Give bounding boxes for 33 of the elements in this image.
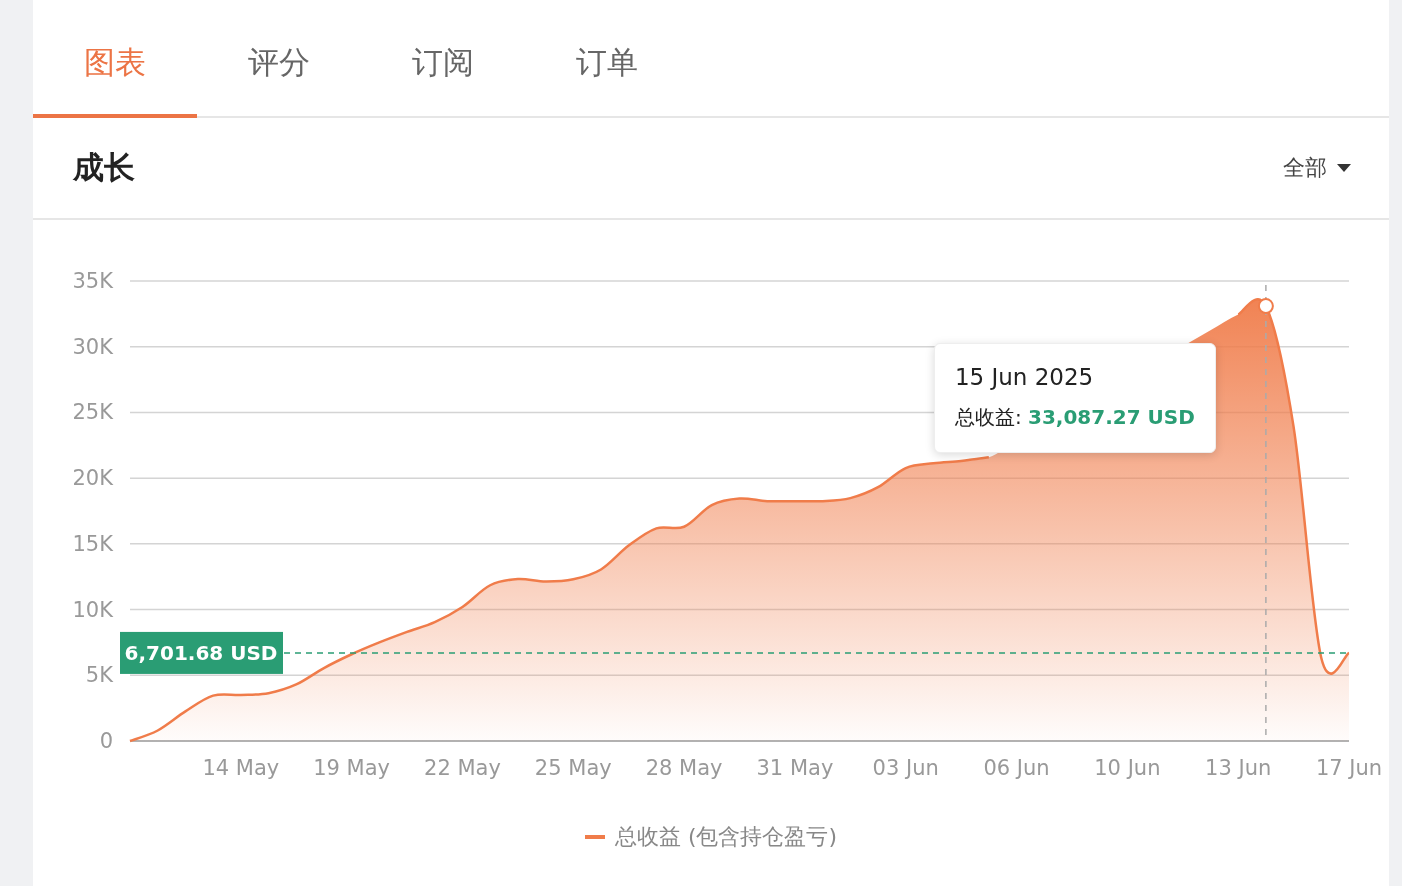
y-tick-label: 15K: [72, 531, 113, 556]
y-tick-label: 0: [99, 729, 113, 753]
tooltip-date: 15 Jun 2025: [954, 364, 1094, 391]
y-tick-label: 10K: [72, 597, 113, 622]
tooltip-value: 总收益: 33,087.27 USD: [954, 404, 1195, 432]
point-marker: [1257, 298, 1274, 315]
legend-label[interactable]: 总收益 (包含持仓盈亏): [614, 822, 838, 852]
y-tick-label: 25K: [72, 400, 113, 425]
caret-icon: [1337, 163, 1351, 173]
x-tick-label: 03 Jun: [872, 756, 939, 780]
y-tick-label: 20K: [72, 466, 113, 491]
ref-line-label: 6,701.68 USD: [124, 640, 278, 665]
legend-swatch-icon: [584, 835, 605, 839]
x-tick-label: 22 May: [424, 756, 501, 780]
tab[interactable]: 评分: [197, 0, 361, 118]
x-tick-label: 10 Jun: [1094, 756, 1161, 780]
value-badge: 6,701.68 USD: [120, 631, 283, 674]
filter-dropdown[interactable]: 全部: [1283, 153, 1351, 183]
tab[interactable]: 图表: [33, 0, 197, 118]
x-tick-label: 19 May: [313, 756, 391, 780]
tab[interactable]: 订阅: [361, 0, 525, 118]
x-tick-label: 25 May: [534, 756, 612, 780]
tab[interactable]: 订单: [525, 0, 689, 118]
x-tick-label: 13 Jun: [1205, 756, 1272, 780]
x-tick-label: 17 Jun: [1315, 756, 1383, 780]
section-title: 成长: [73, 148, 135, 187]
x-tick-label: 31 May: [756, 756, 834, 780]
y-tick-label: 35K: [72, 269, 113, 293]
y-tick-label: 30K: [72, 334, 113, 359]
x-tick-label: 14 May: [202, 756, 280, 780]
x-tick-label: 06 Jun: [983, 756, 1050, 780]
y-tick-label: 5K: [85, 663, 113, 688]
x-tick-label: 28 May: [645, 756, 723, 780]
